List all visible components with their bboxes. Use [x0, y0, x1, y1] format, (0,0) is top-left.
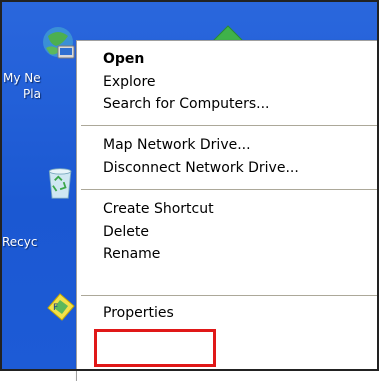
- shortcut-icon: F: [47, 293, 75, 321]
- desktop-icon-shortcut[interactable]: F: [2, 284, 75, 334]
- network-places-icon: [43, 27, 75, 59]
- desktop-icon-network-places[interactable]: My Ne Pla: [2, 22, 75, 102]
- svg-text:F: F: [53, 303, 58, 313]
- menu-item-search-for-computers[interactable]: Search for Computers...: [103, 93, 270, 115]
- menu-item-disconnect-network-drive[interactable]: Disconnect Network Drive...: [103, 157, 299, 179]
- menu-item-explore[interactable]: Explore: [103, 71, 156, 93]
- menu-item-rename[interactable]: Rename: [103, 243, 160, 265]
- menu-item-properties[interactable]: Properties: [103, 302, 174, 324]
- menu-separator: [81, 189, 379, 190]
- desktop-icon-label: Recyc: [2, 235, 38, 249]
- menu-item-open[interactable]: Open: [103, 48, 144, 70]
- desktop-icon-recycle-bin[interactable]: Recyc: [2, 152, 72, 252]
- desktop-icon-label: My Ne: [3, 71, 41, 85]
- recycle-bin-icon: [48, 168, 72, 199]
- menu-item-create-shortcut[interactable]: Create Shortcut: [103, 198, 214, 220]
- menu-item-delete[interactable]: Delete: [103, 221, 149, 243]
- menu-item-map-network-drive[interactable]: Map Network Drive...: [103, 134, 251, 156]
- properties-highlight-box: [94, 329, 216, 367]
- menu-separator: [81, 125, 379, 126]
- menu-separator: [81, 295, 379, 296]
